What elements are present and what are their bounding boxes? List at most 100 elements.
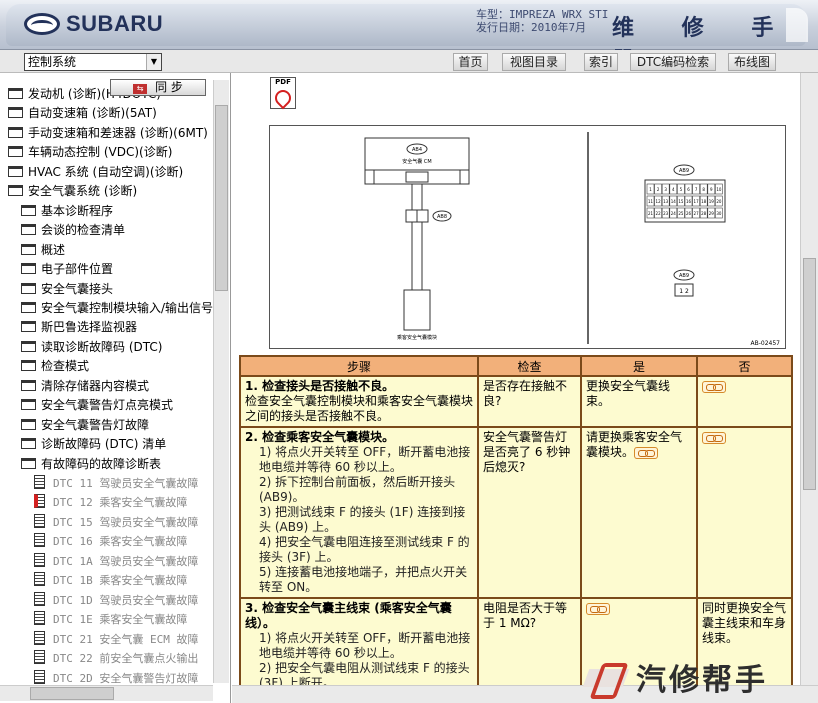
sidebar-hscrollbar[interactable] bbox=[0, 685, 213, 701]
sidebar-item[interactable]: 自动变速箱 (诊断)(5AT) bbox=[8, 104, 157, 123]
sidebar-item-label: HVAC 系统 (自动空调)(诊断) bbox=[28, 164, 184, 179]
sidebar-scroll-thumb[interactable] bbox=[215, 105, 228, 291]
sidebar-item[interactable]: 安全气囊系统 (诊断) bbox=[8, 182, 137, 201]
sidebar-item-label: 安全气囊系统 (诊断) bbox=[28, 184, 138, 199]
sidebar-item[interactable]: 安全气囊接头 bbox=[21, 280, 113, 299]
ab4-tag: AB4 bbox=[412, 147, 422, 153]
step-title: 1. 检查接头是否接触不良。 bbox=[245, 379, 395, 393]
table-row: 1. 检查接头是否接触不良。 检查安全气囊控制模块和乘客安全气囊模块之间的接头是否… bbox=[239, 375, 793, 428]
sidebar-item[interactable]: 车辆动态控制 (VDC)(诊断) bbox=[8, 143, 172, 162]
sidebar-item[interactable]: HVAC 系统 (自动空调)(诊断) bbox=[8, 163, 183, 182]
step-cell: 2. 检查乘客安全气囊模块。 1) 将点火开关转至 OFF，断开蓄电池接地电缆并等… bbox=[239, 426, 479, 599]
sidebar-item[interactable]: DTC 15 驾驶员安全气囊故障 bbox=[34, 513, 198, 532]
step-instruction: 5) 连接蓄电池接地端子，并把点火开关转至 ON。 bbox=[259, 565, 468, 594]
sidebar-vscrollbar[interactable] bbox=[213, 80, 229, 683]
home-button[interactable]: 首页 bbox=[453, 53, 488, 71]
diagnostic-table: 步骤 检查 是 否 1. 检查接头是否接触不良。 检查安全气囊控制模块和乘客安全气… bbox=[239, 355, 793, 695]
sidebar-item[interactable]: 基本诊断程序 bbox=[21, 202, 113, 221]
document-icon bbox=[34, 572, 45, 587]
pin-number: 30 bbox=[716, 211, 722, 216]
figure-id: AB-02457 bbox=[751, 340, 781, 347]
content-scroll-thumb[interactable] bbox=[803, 258, 816, 490]
sidebar-item-label: 诊断故障码 (DTC) 清单 bbox=[41, 437, 167, 452]
sidebar-item-label: 安全气囊接头 bbox=[41, 281, 114, 296]
sidebar-item[interactable]: DTC 12 乘客安全气囊故障 bbox=[34, 493, 187, 512]
sidebar-hscroll-thumb[interactable] bbox=[30, 687, 114, 700]
contents-button[interactable]: 视图目录 bbox=[502, 53, 566, 71]
sidebar-item[interactable]: 会谈的检查清单 bbox=[21, 221, 125, 240]
pdf-icon[interactable]: PDF bbox=[270, 77, 296, 110]
sidebar-item-label: 检查模式 bbox=[41, 359, 90, 374]
ab9-pin-grid: 1 2 3 4 5 6 7 8 9 1011 12 13 14 15 16 17 18 19 2021 22 23 24 2… bbox=[646, 183, 723, 219]
sidebar-item[interactable]: 读取诊断故障码 (DTC) bbox=[21, 338, 162, 357]
sidebar-item[interactable]: DTC 11 驾驶员安全气囊故障 bbox=[34, 474, 198, 493]
sidebar-item[interactable]: 斯巴鲁选择监视器 bbox=[21, 318, 137, 337]
wiring-diagram-button[interactable]: 布线图 bbox=[728, 53, 776, 71]
sync-label: 同 步 bbox=[155, 80, 183, 94]
sidebar-item-label: DTC 16 乘客安全气囊故障 bbox=[53, 535, 188, 549]
step-instruction: 检查安全气囊控制模块和乘客安全气囊模块之间的接头是否接触不良。 bbox=[245, 394, 474, 423]
folder-icon bbox=[21, 243, 36, 255]
content-vscrollbar[interactable] bbox=[800, 73, 818, 685]
sync-icon: ⇆ bbox=[133, 84, 148, 94]
watermark-text: 汽修帮手 bbox=[636, 663, 768, 698]
pin-number: 18 bbox=[701, 199, 707, 204]
sidebar-item[interactable]: DTC 1B 乘客安全气囊故障 bbox=[34, 571, 187, 590]
dtc-search-button[interactable]: DTC编码检索 bbox=[630, 53, 716, 71]
check-cell: 是否存在接触不良? bbox=[477, 375, 582, 428]
sidebar-item[interactable]: 电子部件位置 bbox=[21, 260, 113, 279]
subaru-logo: SUBARU bbox=[24, 11, 163, 37]
pin-number: 14 bbox=[671, 199, 677, 204]
folder-icon bbox=[8, 88, 23, 99]
pin-number: 4 bbox=[672, 187, 675, 192]
link-icon[interactable] bbox=[634, 446, 659, 459]
sidebar-item[interactable]: 检查模式 bbox=[21, 357, 89, 376]
col-yes: 是 bbox=[580, 355, 698, 377]
sidebar-item[interactable]: 概述 bbox=[21, 241, 65, 260]
pin-number: 16 bbox=[686, 199, 692, 204]
yes-text: 更换安全气囊线束。 bbox=[586, 379, 671, 408]
sidebar-item[interactable]: 手动变速箱和差速器 (诊断)(6MT) bbox=[8, 124, 208, 143]
no-cell bbox=[696, 375, 793, 428]
sidebar-item[interactable]: 安全气囊警告灯点亮模式 bbox=[21, 396, 173, 415]
sidebar-tree: ⇆ 同 步 发动机 (诊断)(H4DOTC) 自动变速箱 (诊断)(5AT) 手动变速… bbox=[0, 73, 231, 703]
folder-icon bbox=[21, 263, 36, 275]
index-button[interactable]: 索引 bbox=[584, 53, 618, 71]
step-title: 2. 检查乘客安全气囊模块。 bbox=[245, 430, 395, 444]
model-label: 车型：IMPREZA WRX STI bbox=[476, 8, 609, 21]
sidebar-item[interactable]: 有故障码的故障诊断表 bbox=[21, 455, 161, 474]
sidebar-item[interactable]: DTC 22 前安全气囊点火输出 bbox=[34, 649, 198, 668]
pin-number: 20 bbox=[716, 199, 722, 204]
folder-icon bbox=[21, 438, 36, 450]
sidebar-item[interactable]: 诊断故障码 (DTC) 清单 bbox=[21, 435, 166, 454]
chevron-down-icon[interactable]: ▼ bbox=[146, 54, 161, 70]
step-instruction: 1) 将点火开关转至 OFF，断开蓄电池接地电缆并等待 60 秒以上。 bbox=[259, 631, 471, 660]
pin-number: 19 bbox=[709, 199, 715, 204]
sidebar-item[interactable]: DTC 1D 驾驶员安全气囊故障 bbox=[34, 591, 198, 610]
pin-number: 25 bbox=[678, 211, 684, 216]
document-icon bbox=[34, 669, 45, 684]
sidebar-item[interactable]: DTC 21 安全气囊 ECM 故障 bbox=[34, 630, 198, 649]
sidebar-item-label: DTC 21 安全气囊 ECM 故障 bbox=[53, 632, 199, 646]
check-cell: 电阻是否大于等于 1 MΩ? bbox=[477, 597, 582, 695]
pin-number: 27 bbox=[694, 211, 700, 216]
sidebar-item-label: 斯巴鲁选择监视器 bbox=[41, 320, 138, 335]
pin-number: 23 bbox=[663, 211, 669, 216]
link-icon[interactable] bbox=[702, 431, 726, 444]
check-cell: 安全气囊警告灯是否亮了 6 秒钟后熄灭? bbox=[477, 426, 582, 599]
sidebar-item[interactable]: DTC 1E 乘客安全气囊故障 bbox=[34, 610, 187, 629]
yes-cell: 更换安全气囊线束。 bbox=[580, 375, 698, 428]
sidebar-item[interactable]: 安全气囊控制模块输入/输出信号 bbox=[21, 299, 213, 318]
sidebar-item[interactable]: DTC 16 乘客安全气囊故障 bbox=[34, 532, 187, 551]
sync-button[interactable]: ⇆ 同 步 bbox=[110, 79, 206, 96]
sidebar-item-label: DTC 1A 驾驶员安全气囊故障 bbox=[53, 554, 199, 568]
content-pane: PDF AB4 安全气囊 CM AB8 乘客安全气囊模块 AB9 1234567… bbox=[232, 73, 818, 703]
sidebar-item[interactable]: 清除存储器内容模式 bbox=[21, 377, 149, 396]
link-icon[interactable] bbox=[586, 602, 610, 615]
sidebar-item[interactable]: 安全气囊警告灯故障 bbox=[21, 416, 149, 435]
document-icon bbox=[34, 475, 45, 489]
link-icon[interactable] bbox=[702, 380, 726, 393]
system-select[interactable]: 控制系统 ▼ bbox=[24, 53, 162, 71]
sidebar-item[interactable]: DTC 1A 驾驶员安全气囊故障 bbox=[34, 552, 198, 571]
app-header: SUBARU 车型：IMPREZA WRX STI 发行日期：2010年7月 维… bbox=[0, 0, 818, 73]
